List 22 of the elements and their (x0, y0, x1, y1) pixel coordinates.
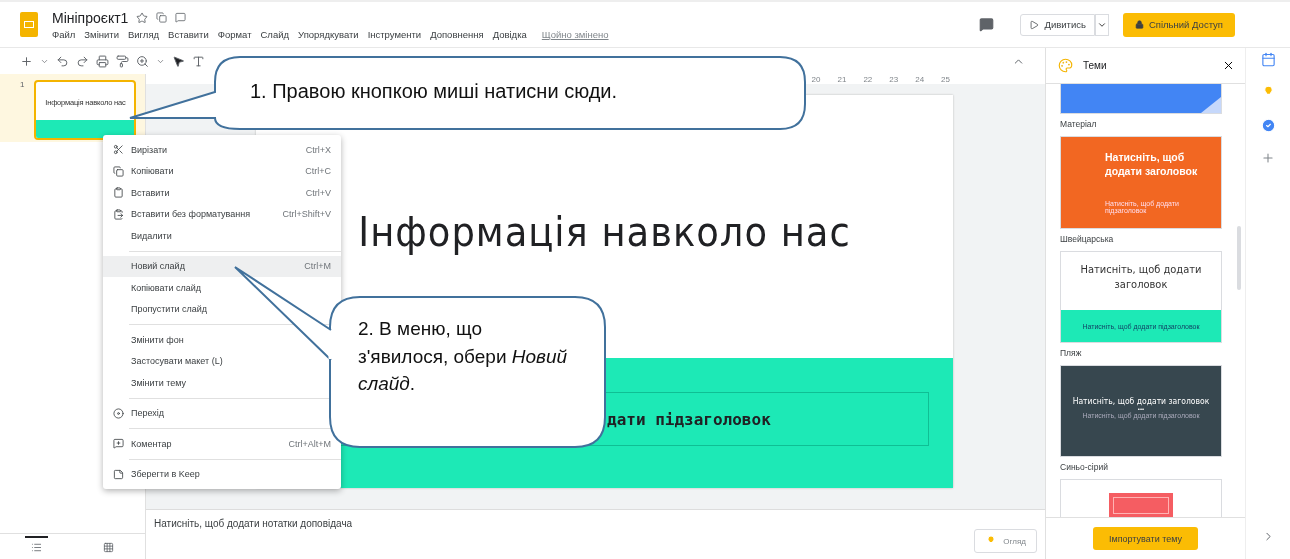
theme-title: Натисніть, щоб додати заголовок (1071, 395, 1211, 406)
ruler-number: 22 (863, 74, 873, 84)
theme-title: Натисніть, щоб додати заголовок (1079, 262, 1203, 294)
ruler-number: 21 (837, 74, 847, 84)
theme-title: Натисніть, щоб додати заголовок (1104, 150, 1199, 179)
theme-name: Матеріал (1060, 119, 1098, 129)
ruler-number: 24 (915, 74, 925, 84)
panel-title: Теми (1083, 60, 1108, 71)
shortcut-text: Ctrl+C (305, 166, 331, 177)
shortcut-text: Ctrl+M (304, 261, 331, 272)
shortcut-text: Ctrl+X (305, 144, 331, 155)
shortcut-text: Ctrl+Shift+V (282, 209, 331, 220)
shortcut-text: Ctrl+V (305, 187, 331, 198)
shortcut-text: Ctrl+Alt+M (288, 438, 331, 449)
ruler-number: 20 (811, 74, 821, 84)
slide-number: 1 (20, 80, 25, 91)
ruler-number: 23 (889, 74, 899, 84)
callout-text: 2. В меню, що з'явилося, обери Новий слайд. (358, 317, 568, 397)
theme-name: Швейцарська (1060, 234, 1115, 244)
theme-name: Синьо-сірий (1060, 462, 1109, 472)
ruler-number: 25 (941, 74, 950, 84)
theme-name: Пляж (1060, 348, 1083, 358)
